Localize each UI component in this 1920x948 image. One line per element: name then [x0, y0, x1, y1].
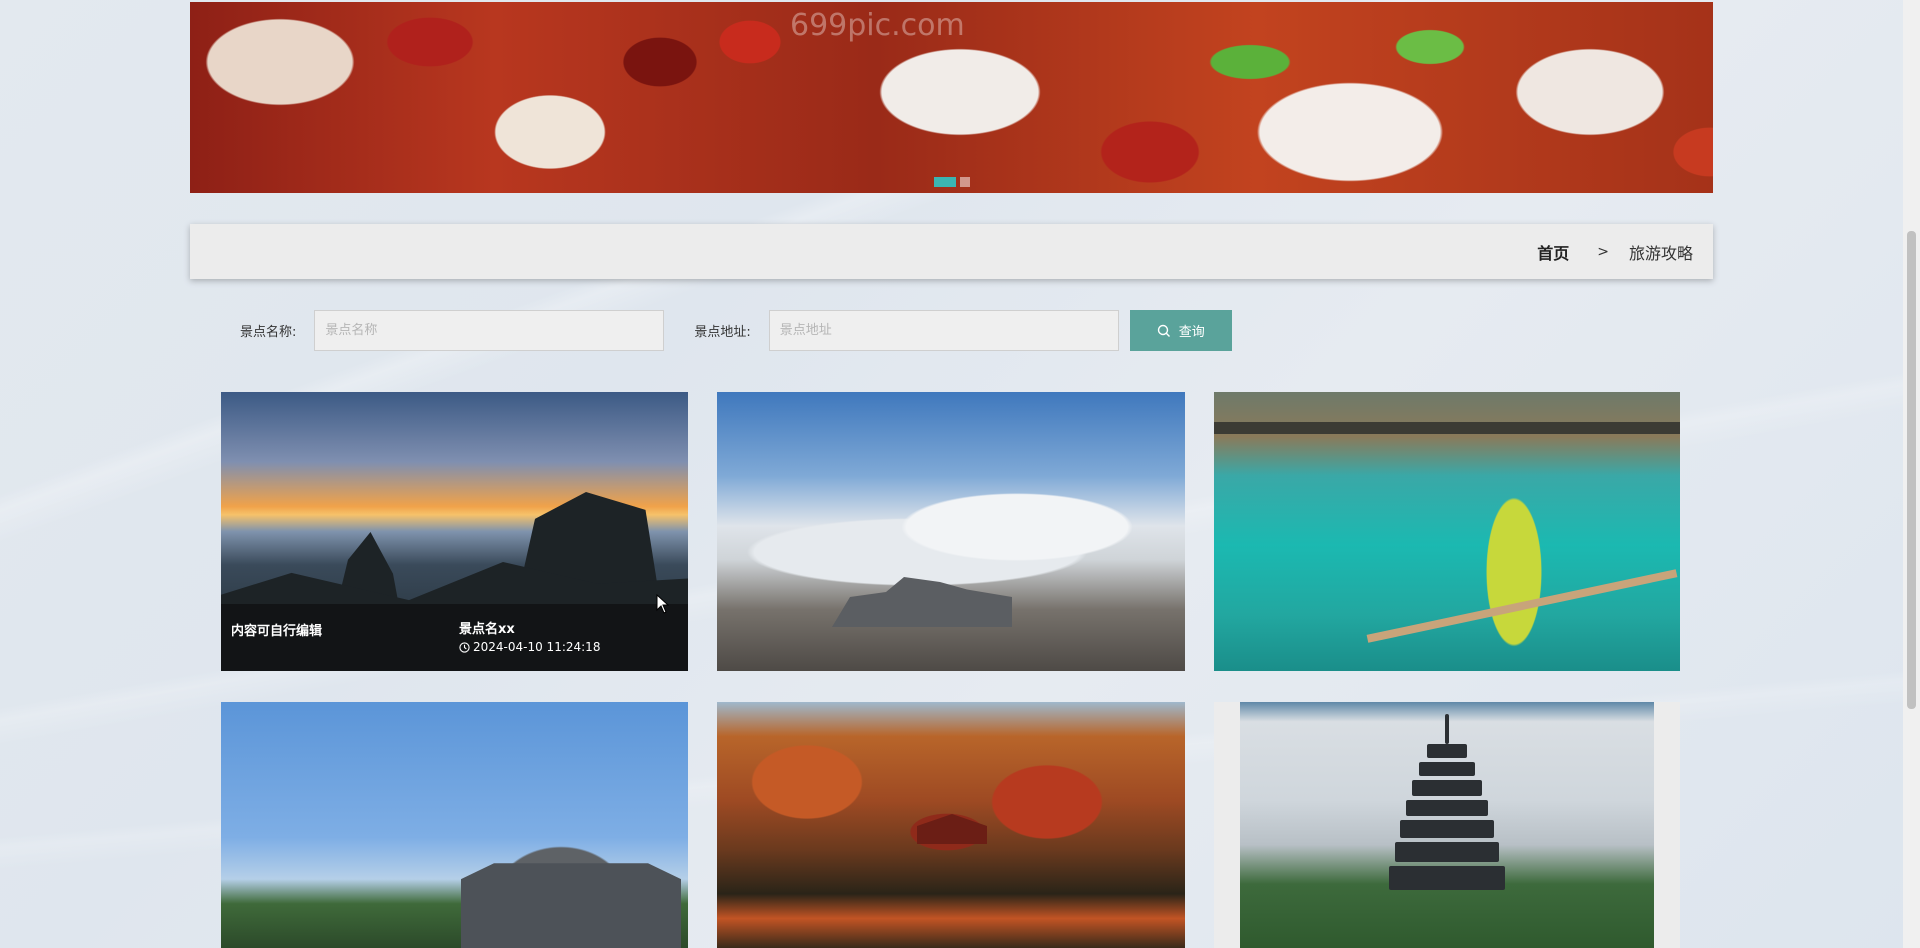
attraction-card[interactable]: [717, 702, 1185, 948]
mouse-cursor-icon: [656, 594, 670, 614]
breadcrumb-home-link[interactable]: 首页: [1537, 240, 1569, 264]
attraction-card[interactable]: [1214, 702, 1680, 948]
banner-carousel[interactable]: 699pic.com: [190, 2, 1713, 193]
spot-name-label: 景点名称:: [240, 325, 297, 340]
carousel-dot-1[interactable]: [933, 177, 956, 187]
card-description: 内容可自行编辑: [231, 624, 323, 639]
banner-watermark: 699pic.com: [790, 8, 965, 43]
breadcrumb-current: 旅游攻略: [1628, 243, 1693, 263]
attraction-card[interactable]: [1214, 392, 1680, 671]
search-form: 景点名称: 景点地址: 查询: [240, 310, 1232, 351]
card-image: [1240, 702, 1654, 948]
attraction-card[interactable]: 内容可自行编辑 景点名xx 2024-04-10 11:24:18: [221, 392, 688, 671]
pagoda-illustration: [1387, 714, 1507, 944]
search-button[interactable]: 查询: [1129, 310, 1232, 351]
spot-address-input[interactable]: [768, 310, 1119, 351]
card-title: 景点名xx: [459, 622, 515, 637]
breadcrumb-separator: >: [1597, 243, 1609, 260]
search-button-label: 查询: [1178, 325, 1205, 340]
card-info-overlay: 内容可自行编辑 景点名xx 2024-04-10 11:24:18: [221, 604, 688, 671]
carousel-indicators: [933, 177, 970, 187]
scrollbar-thumb[interactable]: [1907, 231, 1916, 709]
spot-name-input[interactable]: [314, 310, 665, 351]
card-time-text: 2024-04-10 11:24:18: [473, 640, 601, 654]
carousel-dot-2[interactable]: [959, 177, 970, 187]
breadcrumb: 首页 > 旅游攻略: [190, 224, 1713, 279]
attraction-card[interactable]: [717, 392, 1185, 671]
attraction-card[interactable]: [221, 702, 688, 948]
search-icon: [1157, 324, 1170, 337]
page-scrollbar[interactable]: [1903, 0, 1920, 948]
card-timestamp: 2024-04-10 11:24:18: [459, 640, 600, 654]
clock-icon: [459, 641, 470, 653]
spot-address-label: 景点地址:: [694, 325, 751, 340]
